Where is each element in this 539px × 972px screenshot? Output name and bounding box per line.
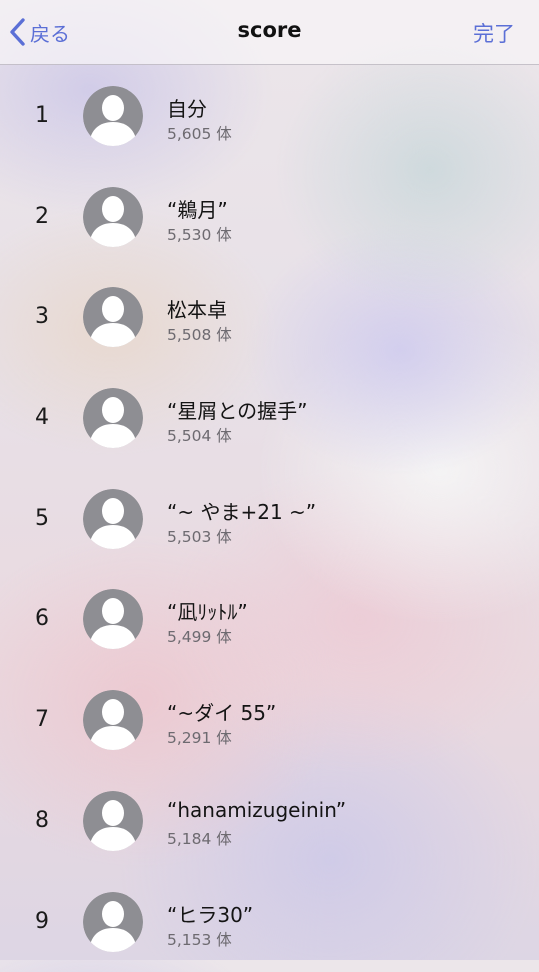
person-placeholder-icon <box>83 388 143 448</box>
player-score: 5,508 体 <box>167 323 232 345</box>
leaderboard-row[interactable]: 4 “星屑との握手”5,504 体 <box>0 368 539 469</box>
leaderboard-row[interactable]: 9 “ヒラ30”5,153 体 <box>0 872 539 972</box>
person-placeholder-icon <box>83 187 143 247</box>
rank-number: 4 <box>22 405 62 430</box>
rank-number: 1 <box>22 103 62 128</box>
player-name: “星屑との握手” <box>167 395 308 424</box>
navigation-bar: 戻る score 完了 <box>0 0 539 65</box>
player-score: 5,530 体 <box>167 223 232 245</box>
player-name: 自分 <box>167 93 207 122</box>
player-name: “鵜月” <box>167 194 228 223</box>
rank-number: 7 <box>22 707 62 732</box>
rank-number: 8 <box>22 808 62 833</box>
page-title: score <box>0 18 539 42</box>
leaderboard-row[interactable]: 2 “鵜月”5,530 体 <box>0 167 539 268</box>
player-score: 5,499 体 <box>167 625 232 647</box>
player-name: 松本卓 <box>167 294 227 323</box>
player-name: “~ダイ 55” <box>167 697 276 726</box>
rank-number: 5 <box>22 506 62 531</box>
rank-number: 3 <box>22 304 62 329</box>
rank-number: 6 <box>22 606 62 631</box>
leaderboard-list: 1 自分5,605 体 2 “鵜月”5,530 体 3 松本卓5,508 体 4 “星屑との握… <box>0 66 539 972</box>
player-score: 5,504 体 <box>167 424 232 446</box>
player-score: 5,503 体 <box>167 525 232 547</box>
person-placeholder-icon <box>83 589 143 649</box>
person-placeholder-icon <box>83 892 143 952</box>
player-score: 5,605 体 <box>167 122 232 144</box>
person-placeholder-icon <box>83 791 143 851</box>
leaderboard-row[interactable]: 5 “~ やま+21 ~”5,503 体 <box>0 469 539 570</box>
done-button[interactable]: 完了 <box>473 18 515 48</box>
person-placeholder-icon <box>83 690 143 750</box>
player-name: “hanamizugeinin” <box>167 798 346 822</box>
person-placeholder-icon <box>83 86 143 146</box>
rank-number: 9 <box>22 909 62 934</box>
leaderboard-row[interactable]: 7 “~ダイ 55”5,291 体 <box>0 670 539 771</box>
player-score: 5,184 体 <box>167 827 232 849</box>
leaderboard-row[interactable]: 1 自分5,605 体 <box>0 66 539 167</box>
leaderboard-row[interactable]: 6 “凪ﾘｯﾄﾙ”5,499 体 <box>0 569 539 670</box>
player-name: “~ やま+21 ~” <box>167 496 316 525</box>
person-placeholder-icon <box>83 489 143 549</box>
player-name: “凪ﾘｯﾄﾙ” <box>167 596 248 625</box>
person-placeholder-icon <box>83 287 143 347</box>
player-score: 5,153 体 <box>167 928 232 950</box>
player-score: 5,291 体 <box>167 726 232 748</box>
leaderboard-row[interactable]: 8 “hanamizugeinin” 5,184 体 <box>0 771 539 872</box>
leaderboard-row[interactable]: 3 松本卓5,508 体 <box>0 267 539 368</box>
player-name: “ヒラ30” <box>167 899 253 928</box>
rank-number: 2 <box>22 204 62 229</box>
